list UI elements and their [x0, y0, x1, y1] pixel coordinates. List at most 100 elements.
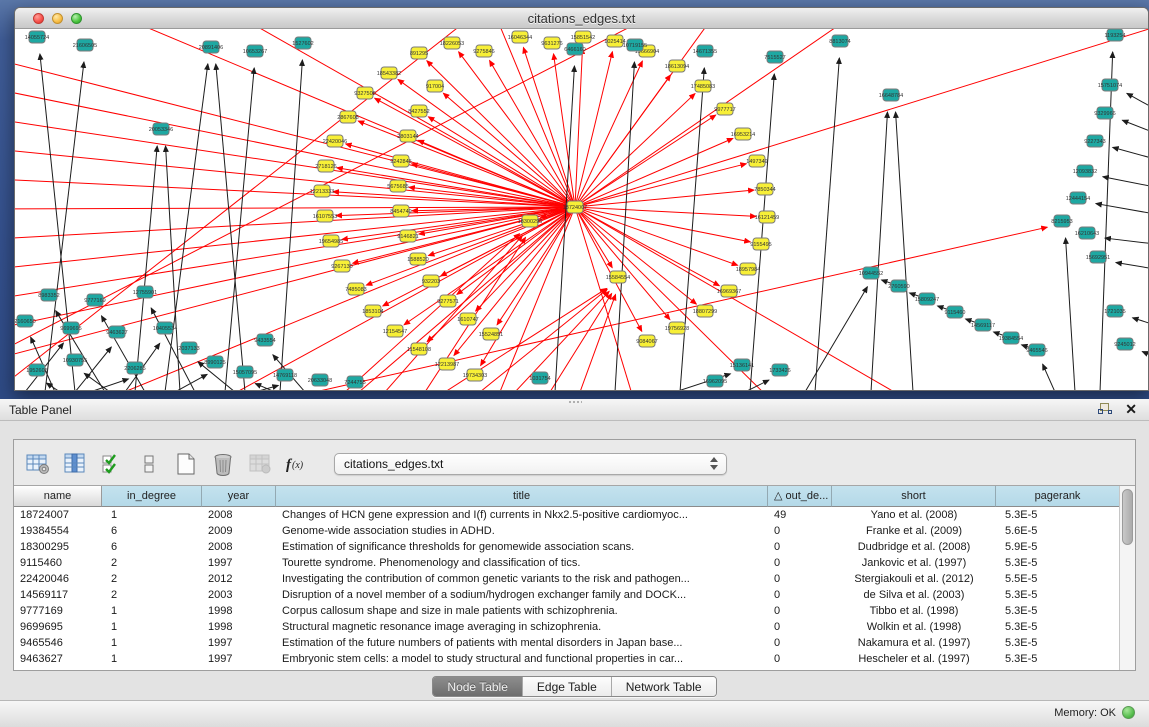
graph-edge[interactable] [255, 385, 278, 390]
close-panel-icon[interactable]: ✕ [1125, 402, 1137, 416]
graph-edge[interactable] [575, 29, 855, 207]
show-columns-icon[interactable] [61, 450, 89, 478]
column-header-name[interactable]: name [14, 486, 102, 507]
graph-edge[interactable] [896, 112, 913, 390]
column-header-pagerank[interactable]: pagerank [996, 486, 1120, 507]
table-row[interactable]: 1830029562008Estimation of significance … [14, 539, 1135, 555]
graph-edge[interactable] [575, 29, 1148, 207]
window-titlebar[interactable]: citations_edges.txt [15, 8, 1148, 29]
graph-edge[interactable] [1066, 238, 1075, 390]
table-options-icon[interactable] [24, 450, 52, 478]
graph-edge[interactable] [1116, 262, 1148, 269]
table-toolbar: f(x) citations_edges.txt [14, 440, 1135, 485]
graph-edge[interactable] [1122, 120, 1148, 133]
table-row[interactable]: 1938455462009Genome-wide association stu… [14, 523, 1135, 539]
table-row[interactable]: 946554611997Estimation of the future num… [14, 635, 1135, 651]
graph-edge[interactable] [575, 94, 695, 207]
panel-resize-handle-icon[interactable] [568, 400, 582, 404]
tab-node-table[interactable]: Node Table [433, 677, 523, 696]
graph-edge[interactable] [15, 149, 575, 207]
delete-table-icon[interactable] [246, 450, 274, 478]
graph-edge[interactable] [135, 146, 157, 390]
graph-node-label: 1733426 [769, 368, 790, 374]
table-body: 1872400712008Changes of HCN gene express… [14, 507, 1135, 667]
graph-edge[interactable] [575, 207, 756, 216]
graph-edge[interactable] [84, 373, 110, 390]
graph-edge[interactable] [427, 61, 575, 207]
graph-edge[interactable] [225, 68, 254, 390]
table-row[interactable]: 2242004622012Investigating the contribut… [14, 571, 1135, 587]
graph-edge[interactable] [575, 48, 582, 207]
graph-edge[interactable] [805, 287, 867, 390]
graph-edge[interactable] [1043, 364, 1055, 390]
graph-edge[interactable] [575, 52, 612, 207]
column-header-short[interactable]: short [832, 486, 996, 507]
table-row[interactable]: 1872400712008Changes of HCN gene express… [14, 507, 1135, 523]
citation-network-graph[interactable]: 1822605392758468912951854338293275082867… [15, 29, 1148, 390]
graph-edge[interactable] [1127, 93, 1148, 109]
graph-node-label: 17485083 [691, 84, 715, 90]
graph-edge[interactable] [575, 207, 696, 304]
graph-node-label: 7515527 [764, 55, 785, 61]
graph-edge[interactable] [615, 62, 634, 390]
graph-edge[interactable] [56, 311, 105, 390]
graph-edge[interactable] [750, 74, 774, 390]
network-view-window[interactable]: citations_edges.txt 18226053927584689129… [14, 7, 1149, 391]
graph-edge[interactable] [1113, 147, 1148, 159]
create-column-icon[interactable] [172, 450, 200, 478]
graph-edge[interactable] [1100, 52, 1113, 390]
graph-edge[interactable] [90, 379, 128, 390]
column-header-title[interactable]: title [276, 486, 768, 507]
graph-edge[interactable] [75, 347, 111, 390]
table-row[interactable]: 969969511998Structural magnetic resonanc… [14, 619, 1135, 635]
graph-edge[interactable] [15, 89, 575, 207]
graph-edge[interactable] [554, 54, 575, 207]
graph-edge[interactable] [580, 294, 616, 390]
delete-columns-icon[interactable] [209, 450, 237, 478]
graph-edge[interactable] [1133, 318, 1148, 325]
memory-status-indicator[interactable] [1122, 706, 1135, 719]
graph-edge[interactable] [550, 293, 612, 390]
graph-edge[interactable] [15, 207, 575, 239]
function-builder-icon[interactable]: f(x) [283, 450, 311, 478]
graph-edge[interactable] [871, 112, 887, 390]
float-window-icon[interactable] [1098, 402, 1113, 416]
graph-edge[interactable] [490, 61, 575, 207]
table-row[interactable]: 977716911998Corpus callosum shape and si… [14, 603, 1135, 619]
graph-edge[interactable] [1105, 238, 1148, 244]
graph-node-label: 16210643 [1075, 231, 1099, 237]
table-panel-header[interactable]: Table Panel ✕ [0, 399, 1149, 421]
graph-edge[interactable] [1103, 177, 1148, 187]
graph-node-label: 9777169 [84, 298, 105, 304]
row-height-icon[interactable] [135, 450, 163, 478]
table-row[interactable]: 911546021997Tourette syndrome. Phenomeno… [14, 555, 1135, 571]
graph-edge[interactable] [575, 75, 671, 207]
network-canvas[interactable]: 1822605392758468912951854338293275082867… [15, 29, 1148, 390]
scrollbar-thumb[interactable] [1122, 489, 1133, 545]
tab-edge-table[interactable]: Edge Table [523, 677, 612, 696]
graph-node-label: 9433554 [254, 338, 275, 344]
table-row[interactable]: 946362711997Embryonic stem cells: a mode… [14, 651, 1135, 667]
graph-edge[interactable] [166, 146, 180, 390]
tab-network-table[interactable]: Network Table [612, 677, 716, 696]
graph-edge[interactable] [575, 207, 750, 242]
graph-node-label: 12154547 [383, 329, 407, 335]
graph-edge[interactable] [1142, 352, 1148, 357]
graph-node-label: 9463627 [106, 330, 127, 336]
column-header-in_degree[interactable]: in_degree [102, 486, 202, 507]
select-rows-icon[interactable] [98, 450, 126, 478]
graph-node-label: 19384554 [999, 336, 1023, 342]
graph-edge[interactable] [165, 64, 208, 390]
graph-edge[interactable] [1096, 204, 1148, 214]
table-row[interactable]: 1456911722003Disruption of a novel membe… [14, 587, 1135, 603]
graph-node-label: 932203 [422, 279, 440, 285]
column-header-year[interactable]: year [202, 486, 276, 507]
table-vertical-scrollbar[interactable] [1119, 486, 1135, 670]
graph-edge[interactable] [280, 60, 302, 390]
graph-edge[interactable] [428, 117, 575, 207]
column-header-out_de[interactable]: △ out_de... [768, 486, 832, 507]
graph-edge[interactable] [315, 227, 1047, 390]
graph-edge[interactable] [575, 207, 612, 268]
table-selector-dropdown[interactable]: citations_edges.txt [334, 453, 727, 475]
graph-edge[interactable] [745, 380, 769, 390]
